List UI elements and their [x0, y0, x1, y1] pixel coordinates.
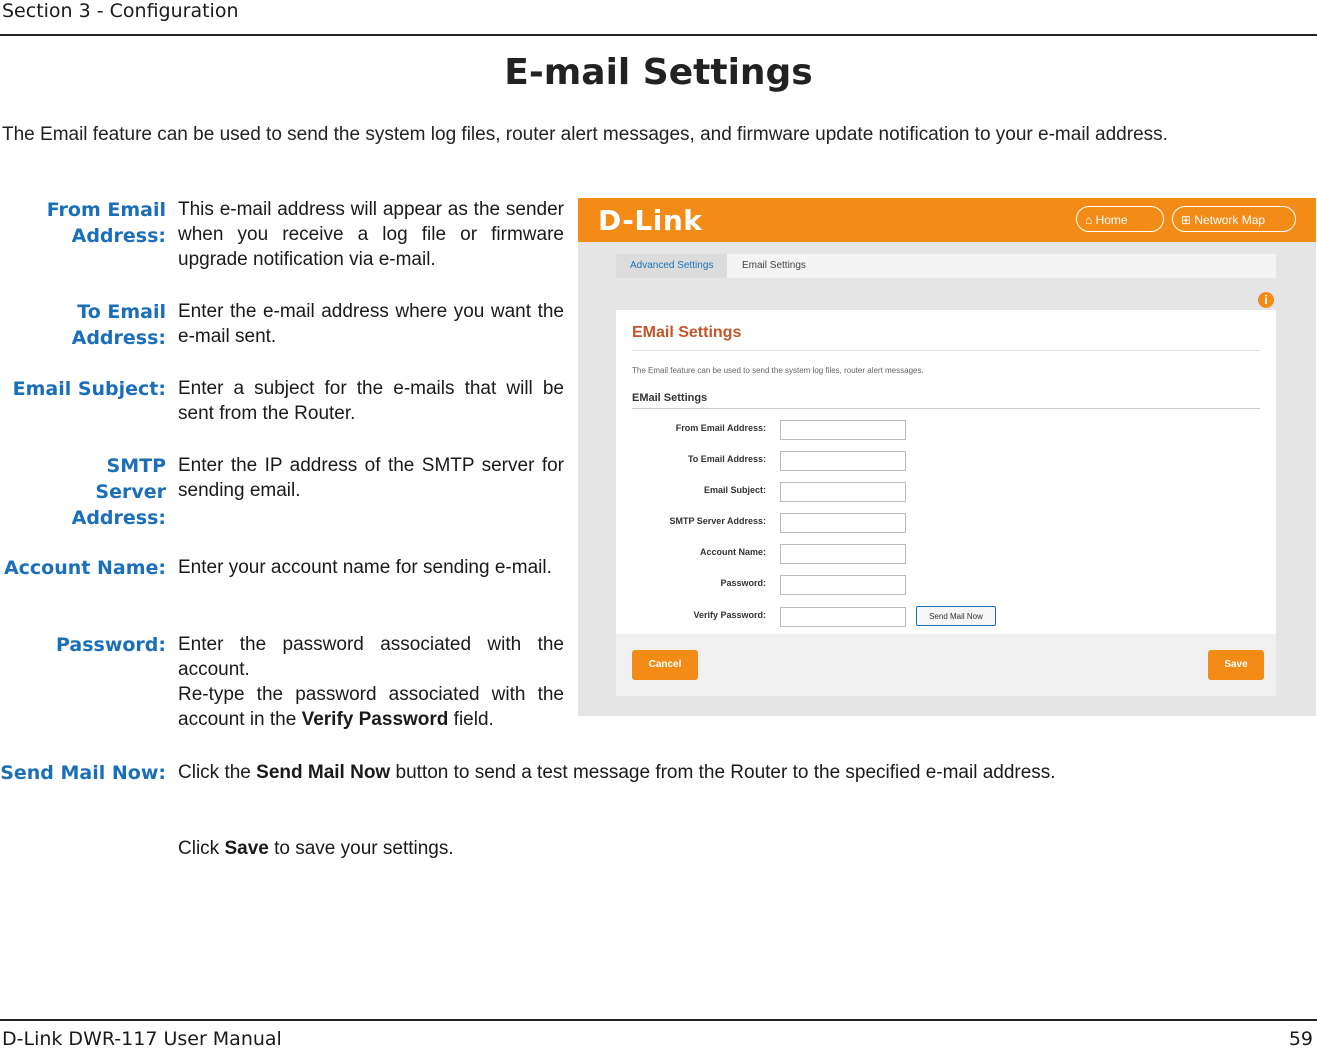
label-password: Password: — [55, 634, 166, 656]
section-header: Section 3 - Configuration — [2, 0, 239, 22]
intro-text: The Email feature can be used to send th… — [2, 124, 1168, 145]
account-name-input[interactable] — [780, 544, 906, 564]
settings-panel: EMail Settings The Email feature can be … — [616, 310, 1276, 634]
page-number: 59 — [1288, 1028, 1313, 1050]
desc-email-subject: Enter a subject for the e-mails that wil… — [178, 378, 564, 424]
save-button[interactable]: Save — [1208, 650, 1264, 680]
dlink-logo: D-Link — [598, 204, 703, 237]
footer-manual: D-Link DWR-117 User Manual — [2, 1028, 282, 1050]
nav-map-label: Network Map — [1194, 213, 1266, 227]
nav-network-map-button[interactable]: ⊞ Network Map — [1172, 206, 1296, 232]
home-icon: ⌂ — [1085, 213, 1096, 227]
cancel-button[interactable]: Cancel — [632, 650, 698, 680]
from-email-input[interactable] — [780, 420, 906, 440]
network-map-icon: ⊞ — [1181, 213, 1195, 227]
label-from-email: From Email Address: — [46, 199, 166, 247]
field-label-to: To Email Address: — [687, 454, 766, 464]
panel-title: EMail Settings — [632, 324, 742, 341]
field-label-from: From Email Address: — [675, 423, 766, 433]
save-post: to save your settings. — [268, 838, 454, 859]
send-post: button to send a test message from the R… — [390, 762, 1056, 783]
send-mail-now-button[interactable]: Send Mail Now — [916, 606, 996, 626]
verify-post: field. — [448, 709, 494, 730]
header-rule — [0, 34, 1317, 36]
panel-description: The Email feature can be used to send th… — [632, 366, 924, 375]
info-icon[interactable]: i — [1258, 292, 1274, 308]
send-pre: Click the — [178, 762, 257, 783]
label-account-name: Account Name: — [3, 557, 166, 579]
save-bold: Save — [224, 838, 269, 859]
desc-password-text: Enter the password associated with the a… — [178, 634, 564, 680]
field-label-password: Password: — [720, 578, 766, 588]
send-bold: Send Mail Now — [256, 762, 391, 783]
desc-to-email: Enter the e-mail address where you want … — [178, 301, 564, 347]
crumb-advanced-settings[interactable]: Advanced Settings — [616, 254, 728, 278]
router-screenshot: D-Link ⌂ Home ⊞ Network Map Advanced Set… — [578, 198, 1316, 716]
verify-bold: Verify Password — [301, 709, 449, 730]
section-divider — [632, 408, 1260, 409]
label-send-mail-now: Send Mail Now: — [0, 762, 166, 784]
label-smtp-server: SMTP Server Address: — [71, 455, 166, 529]
page-title: E-mail Settings — [504, 52, 813, 93]
section-title: EMail Settings — [632, 392, 708, 404]
panel-footer: Cancel Save — [616, 634, 1276, 696]
desc-password: Enter the password associated with the a… — [178, 632, 564, 732]
breadcrumb: Advanced Settings Email Settings — [616, 254, 1276, 278]
to-email-input[interactable] — [780, 451, 906, 471]
panel-divider — [632, 350, 1260, 351]
field-label-verify: Verify Password: — [693, 610, 766, 620]
desc-account-name: Enter your account name for sending e-ma… — [178, 557, 552, 578]
label-email-subject: Email Subject: — [12, 378, 166, 400]
save-note: Click Save to save your settings. — [178, 836, 454, 861]
email-subject-input[interactable] — [780, 482, 906, 502]
password-input[interactable] — [780, 575, 906, 595]
field-label-smtp: SMTP Server Address: — [669, 516, 766, 526]
desc-smtp-server: Enter the IP address of the SMTP server … — [178, 455, 564, 501]
router-top-bar: D-Link ⌂ Home ⊞ Network Map — [578, 198, 1316, 242]
label-to-email: To Email Address: — [71, 301, 166, 349]
nav-home-label: Home — [1095, 213, 1128, 227]
footer-rule — [0, 1019, 1317, 1021]
crumb-email-settings: Email Settings — [742, 260, 806, 271]
desc-send-mail-now: Click the Send Mail Now button to send a… — [178, 760, 1056, 785]
nav-home-button[interactable]: ⌂ Home — [1076, 206, 1164, 232]
field-label-subject: Email Subject: — [703, 485, 766, 495]
field-label-account: Account Name: — [699, 547, 766, 557]
verify-password-input[interactable] — [780, 607, 906, 627]
save-pre: Click — [178, 838, 225, 859]
smtp-server-input[interactable] — [780, 513, 906, 533]
desc-from-email: This e-mail address will appear as the s… — [178, 199, 564, 270]
